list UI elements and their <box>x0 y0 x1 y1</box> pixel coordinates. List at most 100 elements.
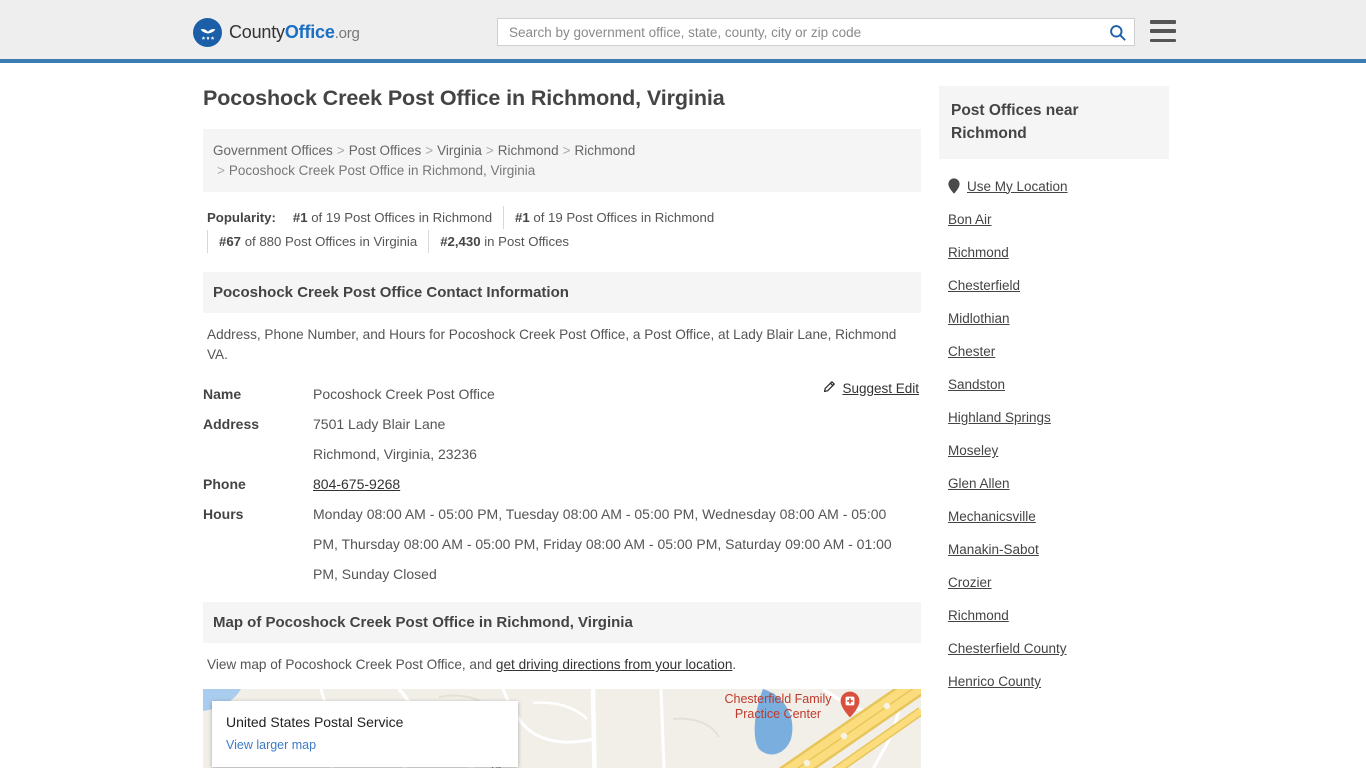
sidebar-item-label: Richmond <box>948 608 1009 623</box>
site-header: CountyOffice.org <box>0 0 1366 63</box>
sidebar-item-label: Bon Air <box>948 212 992 227</box>
eagle-seal-logo-icon <box>193 18 222 47</box>
main-content: Pocoshock Creek Post Office in Richmond,… <box>203 85 921 768</box>
popularity-stat-2: #1 of 19 Post Offices in Richmond <box>503 206 725 229</box>
breadcrumb: Government Offices > Post Offices > Virginia… <box>203 129 921 192</box>
sidebar-item-chester[interactable]: Chester <box>939 335 1169 368</box>
site-logo-text: CountyOffice.org <box>229 22 360 43</box>
map-description-prefix: View map of Pocoshock Creek Post Office,… <box>207 657 496 672</box>
sidebar-item-richmond-2[interactable]: Richmond <box>939 599 1169 632</box>
address-line-1: 7501 Lady Blair Lane <box>313 416 446 432</box>
popularity-rank-1: #1 <box>292 210 308 225</box>
address-line-2: Richmond, Virginia, 23236 <box>313 446 477 462</box>
sidebar-item-label: Richmond <box>948 245 1009 260</box>
suggest-edit-button[interactable]: Suggest Edit <box>822 380 919 397</box>
sidebar-item-crozier[interactable]: Crozier <box>939 566 1169 599</box>
detail-label-address: Address <box>203 416 260 432</box>
sidebar-item-label: Chester <box>948 344 996 359</box>
contact-section-heading: Pocoshock Creek Post Office Contact Info… <box>203 272 921 313</box>
edit-pencil-icon <box>822 380 836 397</box>
popularity-label: Popularity: <box>207 210 276 225</box>
popularity-text-1: of 19 Post Offices in Richmond <box>311 210 493 225</box>
detail-value-hours: Monday 08:00 AM - 05:00 PM, Tuesday 08:0… <box>313 506 892 582</box>
hamburger-bar-2 <box>1150 29 1176 33</box>
sidebar-nearby-list: Use My Location Bon Air Richmond Chester… <box>939 159 1169 698</box>
sidebar-item-chesterfield-county[interactable]: Chesterfield County <box>939 632 1169 665</box>
sidebar-item-label: Use My Location <box>967 178 1068 194</box>
popularity-rank-3: #67 <box>219 234 242 249</box>
sidebar-item-label: Crozier <box>948 575 992 590</box>
map-section-description: View map of Pocoshock Creek Post Office,… <box>203 643 921 675</box>
search-input[interactable] <box>498 19 1100 45</box>
detail-row-name: Name Pocoshock Creek Post Office <box>203 379 921 409</box>
sidebar-item-label: Glen Allen <box>948 476 1010 491</box>
popularity-rank-4: #2,430 <box>440 234 481 249</box>
sidebar-item-label: Manakin-Sabot <box>948 542 1039 557</box>
popularity-stats: Popularity: #1 of 19 Post Offices in Rich… <box>203 192 921 259</box>
sidebar-item-label: Sandston <box>948 377 1006 392</box>
sidebar-item-chesterfield[interactable]: Chesterfield <box>939 269 1169 302</box>
popularity-row-2: #67 of 880 Post Offices in Virginia #2,43… <box>207 230 917 253</box>
view-larger-map-link[interactable]: View larger map <box>226 738 316 752</box>
sidebar-item-label: Henrico County <box>948 674 1042 689</box>
sidebar-item-moseley[interactable]: Moseley <box>939 434 1169 467</box>
breadcrumb-item-richmond-county[interactable]: Richmond <box>498 143 559 158</box>
map-embed[interactable]: Chesterfield Family Practice Center Manc… <box>203 689 921 768</box>
sidebar-item-glen-allen[interactable]: Glen Allen <box>939 467 1169 500</box>
breadcrumb-separator: > <box>562 143 571 158</box>
popularity-stat-3: #67 of 880 Post Offices in Virginia <box>207 230 428 253</box>
breadcrumb-item-virginia[interactable]: Virginia <box>437 143 482 158</box>
sidebar-item-label: Highland Springs <box>948 410 1051 425</box>
logo-text-org: .org <box>334 25 360 42</box>
driving-directions-link[interactable]: get driving directions from your locatio… <box>496 657 733 672</box>
hamburger-menu-icon[interactable] <box>1150 20 1176 42</box>
detail-value-address: 7501 Lady Blair Lane Richmond, Virginia,… <box>313 409 921 469</box>
sidebar-item-bon-air[interactable]: Bon Air <box>939 203 1169 236</box>
popularity-text-4: in Post Offices <box>484 234 569 249</box>
detail-label-phone: Phone <box>203 476 246 492</box>
sidebar-item-sandston[interactable]: Sandston <box>939 368 1169 401</box>
sidebar-item-highland-springs[interactable]: Highland Springs <box>939 401 1169 434</box>
hamburger-bar-1 <box>1150 20 1176 24</box>
map-description-suffix: . <box>732 657 737 672</box>
sidebar-item-label: Moseley <box>948 443 999 458</box>
sidebar-item-label: Midlothian <box>948 311 1010 326</box>
breadcrumb-current: Pocoshock Creek Post Office in Richmond,… <box>228 163 536 178</box>
breadcrumb-item-richmond-city[interactable]: Richmond <box>574 143 635 158</box>
popularity-stat-1: #1 of 19 Post Offices in Richmond <box>282 206 503 229</box>
sidebar-item-henrico-county[interactable]: Henrico County <box>939 665 1169 698</box>
contact-section-description: Address, Phone Number, and Hours for Poc… <box>207 327 897 362</box>
hamburger-bar-3 <box>1150 38 1176 42</box>
sidebar-item-richmond[interactable]: Richmond <box>939 236 1169 269</box>
sidebar-item-midlothian[interactable]: Midlothian <box>939 302 1169 335</box>
popularity-text-3: of 880 Post Offices in Virginia <box>244 234 418 249</box>
detail-value-phone: 804-675-9268 <box>313 469 921 499</box>
sidebar-item-mechanicsville[interactable]: Mechanicsville <box>939 500 1169 533</box>
breadcrumb-separator: > <box>217 163 225 178</box>
sidebar-item-use-my-location[interactable]: Use My Location <box>939 169 1169 203</box>
map-poi-pin-icon <box>840 691 860 718</box>
detail-row-hours: Hours Monday 08:00 AM - 05:00 PM, Tuesda… <box>203 499 921 589</box>
breadcrumb-item-government-offices[interactable]: Government Offices <box>213 143 333 158</box>
phone-link[interactable]: 804-675-9268 <box>313 476 400 492</box>
breadcrumb-separator: > <box>425 143 434 158</box>
detail-row-phone: Phone 804-675-9268 <box>203 469 921 499</box>
site-logo[interactable]: CountyOffice.org <box>193 18 360 47</box>
page-title: Pocoshock Creek Post Office in Richmond,… <box>203 86 725 110</box>
search-icon[interactable] <box>1100 19 1134 45</box>
breadcrumb-separator: > <box>336 143 345 158</box>
sidebar: Post Offices near Richmond Use My Locati… <box>939 86 1169 698</box>
breadcrumb-separator: > <box>485 143 494 158</box>
detail-row-address: Address 7501 Lady Blair Lane Richmond, V… <box>203 409 921 469</box>
detail-label-name: Name <box>203 386 242 402</box>
map-pin-icon <box>948 178 960 194</box>
breadcrumb-item-post-offices[interactable]: Post Offices <box>349 143 422 158</box>
search-bar[interactable] <box>497 18 1135 46</box>
map-info-card[interactable]: United States Postal Service View larger… <box>212 701 518 767</box>
map-card-title: United States Postal Service <box>226 714 404 730</box>
sidebar-heading: Post Offices near Richmond <box>939 86 1169 159</box>
sidebar-item-label: Chesterfield <box>948 278 1021 293</box>
detail-label-hours: Hours <box>203 506 244 522</box>
popularity-rank-2: #1 <box>515 210 530 225</box>
sidebar-item-manakin-sabot[interactable]: Manakin-Sabot <box>939 533 1169 566</box>
